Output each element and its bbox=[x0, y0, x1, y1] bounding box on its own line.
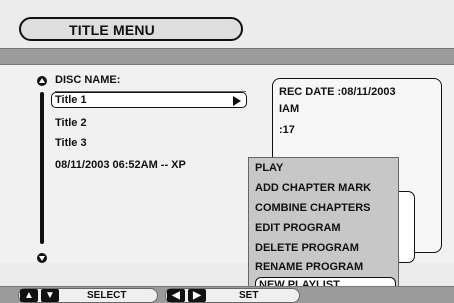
left-arrow-icon[interactable]: ◀ bbox=[167, 289, 185, 302]
menu-item-delete-program[interactable]: DELETE PROGRAM bbox=[255, 242, 359, 254]
menu-item-edit-program[interactable]: EDIT PROGRAM bbox=[255, 222, 341, 234]
footer-controls: ▲ ▼ SELECT ◀ ▶ SET bbox=[0, 286, 454, 303]
title-tab: TITLE MENU bbox=[19, 17, 243, 41]
title-item-1[interactable]: Title 1 bbox=[51, 92, 247, 108]
select-controls: ▲ ▼ SELECT bbox=[18, 288, 158, 303]
scroll-up-icon[interactable] bbox=[37, 76, 47, 86]
title-item-label: Title 1 bbox=[55, 94, 87, 106]
scroll-down-icon[interactable] bbox=[37, 253, 47, 263]
right-arrow-icon[interactable]: ▶ bbox=[188, 289, 206, 302]
main-content: DISC NAME: Title 1 Title 2 Title 3 08/11… bbox=[0, 65, 454, 293]
title-item-2[interactable]: Title 2 bbox=[55, 117, 87, 129]
context-menu: PLAY ADD CHAPTER MARK COMBINE CHAPTERS E… bbox=[248, 157, 399, 293]
menu-item-rename-program[interactable]: RENAME PROGRAM bbox=[255, 261, 363, 273]
set-controls: ◀ ▶ SET bbox=[165, 288, 300, 303]
menu-item-add-chapter-mark[interactable]: ADD CHAPTER MARK bbox=[255, 182, 371, 194]
disc-name-label: DISC NAME: bbox=[55, 74, 121, 86]
down-arrow-icon[interactable]: ▼ bbox=[41, 289, 59, 302]
title-item-4[interactable]: 08/11/2003 06:52AM -- XP bbox=[55, 159, 186, 171]
title-menu-screen: TITLE MENU DISC NAME: Title 1 Title 2 Ti… bbox=[0, 0, 454, 303]
program-info-line-3: :17 bbox=[279, 124, 295, 136]
up-arrow-icon[interactable]: ▲ bbox=[20, 289, 38, 302]
set-label: SET bbox=[239, 290, 259, 301]
play-triangle-icon bbox=[233, 96, 241, 106]
title-item-3[interactable]: Title 3 bbox=[55, 137, 87, 149]
select-label: SELECT bbox=[87, 290, 127, 301]
rec-date-text: REC DATE :08/11/2003 bbox=[279, 86, 396, 98]
program-info-line-2: IAM bbox=[279, 103, 300, 115]
header-bar bbox=[0, 48, 454, 65]
menu-item-play[interactable]: PLAY bbox=[255, 162, 283, 174]
scrollbar[interactable] bbox=[40, 92, 44, 244]
menu-item-combine-chapters[interactable]: COMBINE CHAPTERS bbox=[255, 202, 371, 214]
page-title: TITLE MENU bbox=[69, 22, 155, 38]
